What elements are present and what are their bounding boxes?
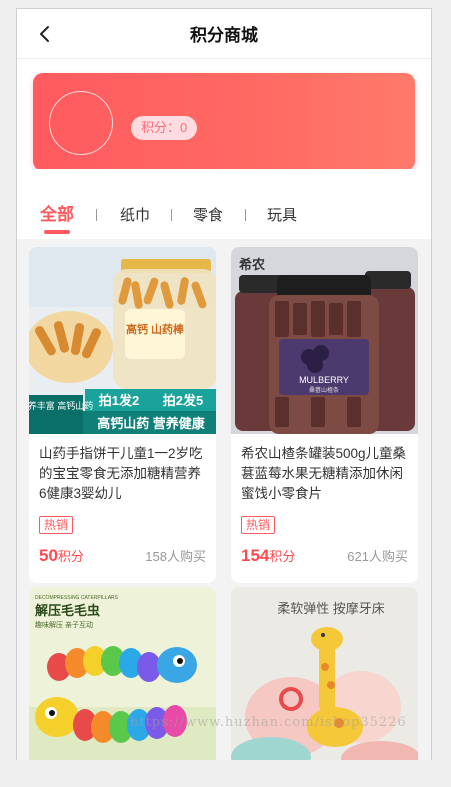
product-card[interactable]: 希农 MULBERRY 桑葚山楂条 希农山楂条罐装500g儿童桑葚蓝莓水果无糖精… xyxy=(231,247,418,583)
product-card[interactable]: 柔软弹性 按摩牙床 xyxy=(231,587,418,760)
product-image[interactable]: 柔软弹性 按摩牙床 xyxy=(231,587,418,760)
header-area: 积分：0 xyxy=(17,59,431,171)
sold-count: 158人购买 xyxy=(145,549,206,564)
active-tab-indicator xyxy=(44,230,70,234)
tab-divider xyxy=(171,209,172,221)
img-small-text: DECOMPRESSING CATERPILLARS xyxy=(35,595,119,601)
img-promo-2: 拍2发5 xyxy=(163,393,203,408)
img-title-text: 柔软弹性 按摩牙床 xyxy=(277,601,385,616)
tab-toys[interactable]: 玩具 xyxy=(267,204,297,228)
product-price: 50积分 xyxy=(39,546,84,566)
product-price: 154积分 xyxy=(241,546,295,566)
product-card[interactable]: 高钙 山药棒 拍1发2 拍2发5 营养丰富 高钙山药 高钙山药 营养健康 xyxy=(29,247,216,583)
avatar[interactable] xyxy=(49,91,113,155)
price-unit: 积分 xyxy=(57,549,84,564)
img-sub-text: 桑葚山楂条 xyxy=(309,386,339,394)
img-promo-1: 拍1发2 xyxy=(99,393,139,408)
page-title: 积分商城 xyxy=(190,26,258,45)
hot-badge: 热销 xyxy=(39,516,74,534)
tab-divider xyxy=(245,209,246,221)
product-image[interactable]: DECOMPRESSING CATERPILLARS 解压毛毛虫 趣味解压 亲子… xyxy=(29,587,216,760)
phone-screen: 积分商城 积分：0 全部 纸巾 零食 玩具 高钙 山药棒 拍1发2 拍2发5 丰… xyxy=(16,8,432,760)
price-value: 50 xyxy=(39,546,58,565)
sold-count: 621人购买 xyxy=(347,549,408,564)
product-image[interactable]: 高钙 山药棒 拍1发2 拍2发5 营养丰富 高钙山药 高钙山药 营养健康 xyxy=(29,247,216,434)
watermark-text: https://www.huzhan.com/ishop35226 xyxy=(130,715,407,730)
product-image[interactable]: 希农 MULBERRY 桑葚山楂条 xyxy=(231,247,418,434)
price-value: 154 xyxy=(241,546,270,565)
img-brand-text: 希农 xyxy=(239,257,265,272)
img-sub-text: 趣味解压 亲子互动 xyxy=(35,620,93,629)
tab-all[interactable]: 全部 xyxy=(40,203,74,227)
points-banner: 积分：0 xyxy=(33,73,415,171)
product-footer: 50积分 158人购买 xyxy=(29,534,216,566)
category-tabs: 全部 纸巾 零食 玩具 xyxy=(17,169,431,239)
img-sticker-text: 高钙 山药棒 xyxy=(126,322,185,336)
product-card[interactable]: DECOMPRESSING CATERPILLARS 解压毛毛虫 趣味解压 亲子… xyxy=(29,587,216,760)
img-bottom-left: 营养丰富 高钙山药 xyxy=(29,400,93,411)
back-arrow-icon[interactable] xyxy=(33,22,57,46)
product-name[interactable]: 山药手指饼干儿童1一2岁吃的宝宝零食无添加糖精营养6健康3婴幼儿 xyxy=(29,434,216,506)
img-bottom-right: 高钙山药 营养健康 xyxy=(97,416,206,431)
points-badge: 积分：0 xyxy=(131,116,198,140)
product-footer: 154积分 621人购买 xyxy=(231,534,418,566)
img-title-text: 解压毛毛虫 xyxy=(34,603,100,618)
tab-tissue[interactable]: 纸巾 xyxy=(120,204,150,228)
tab-snacks[interactable]: 零食 xyxy=(193,204,223,228)
img-label-text: MULBERRY xyxy=(299,375,349,385)
price-unit: 积分 xyxy=(269,549,296,564)
tab-divider xyxy=(96,209,97,221)
product-name[interactable]: 希农山楂条罐装500g儿童桑葚蓝莓水果无糖精添加休闲蜜饯小零食片 xyxy=(231,434,418,506)
nav-bar: 积分商城 xyxy=(17,9,431,59)
hot-badge: 热销 xyxy=(241,516,276,534)
